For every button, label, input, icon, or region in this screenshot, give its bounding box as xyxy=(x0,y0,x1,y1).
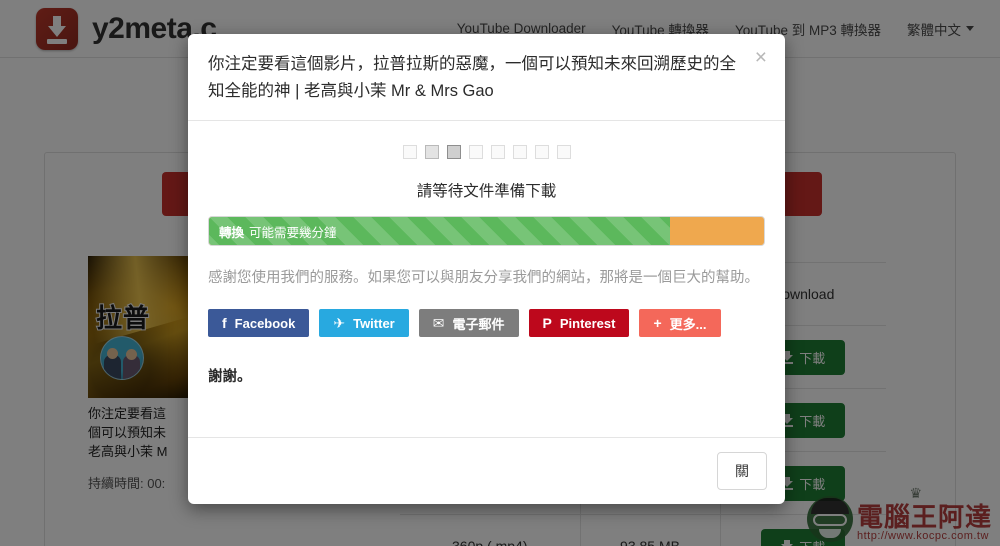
email-icon: ✉ xyxy=(432,314,445,331)
progress-strong-label: 轉換 xyxy=(219,225,245,240)
thanks-paragraph: 感謝您使用我們的服務。如果您可以與朋友分享我們的網站，那將是一個巨大的幫助。 xyxy=(208,270,759,286)
twitter-icon: ✈ xyxy=(333,314,346,331)
share-label: Twitter xyxy=(353,315,395,331)
share-label: 更多... xyxy=(669,316,707,332)
facebook-icon: f xyxy=(222,315,227,331)
share-label: 電子郵件 xyxy=(452,316,505,332)
modal-body: 請等待文件準備下載 轉換 可能需要幾分鐘 感謝您使用我們的服務。如果您可以與朋友… xyxy=(188,121,785,437)
pinterest-icon: P xyxy=(542,315,552,331)
plus-icon: + xyxy=(653,315,662,331)
loader-square xyxy=(490,145,505,159)
screenshot-root: y2meta.c YouTube Downloader YouTube 轉換器 … xyxy=(0,0,1000,546)
modal-title: 你注定要看這個影片，拉普拉斯的惡魔，一個可以預知未來回溯歷史的全知全能的神 | … xyxy=(208,55,736,100)
share-twitter-button[interactable]: ✈ Twitter xyxy=(319,309,409,337)
progress-bar: 轉換 可能需要幾分鐘 xyxy=(208,216,765,246)
loader-square xyxy=(424,145,439,159)
modal-footer: 關 xyxy=(188,437,785,504)
loader-square xyxy=(446,145,461,159)
loader-square xyxy=(468,145,483,159)
loader-square xyxy=(512,145,527,159)
loading-indicator xyxy=(208,145,765,159)
share-email-button[interactable]: ✉ 電子郵件 xyxy=(418,309,519,337)
loader-square xyxy=(556,145,571,159)
share-buttons: f Facebook ✈ Twitter ✉ 電子郵件 P Pinterest … xyxy=(208,309,765,337)
download-modal: 你注定要看這個影片，拉普拉斯的惡魔，一個可以預知未來回溯歷史的全知全能的神 | … xyxy=(188,34,785,504)
share-more-button[interactable]: + 更多... xyxy=(639,309,721,337)
wait-message: 請等待文件準備下載 xyxy=(416,183,557,200)
progress-bar-fill: 轉換 可能需要幾分鐘 xyxy=(209,217,670,245)
share-label: Pinterest xyxy=(559,315,616,331)
progress-label: 可能需要幾分鐘 xyxy=(249,225,337,240)
share-label: Facebook xyxy=(234,315,296,331)
modal-header: 你注定要看這個影片，拉普拉斯的惡魔，一個可以預知未來回溯歷史的全知全能的神 | … xyxy=(188,34,785,121)
share-facebook-button[interactable]: f Facebook xyxy=(208,309,310,337)
loader-square xyxy=(534,145,549,159)
share-pinterest-button[interactable]: P Pinterest xyxy=(528,309,630,337)
final-thanks-text: 謝謝。 xyxy=(208,369,252,385)
close-button[interactable]: 關 xyxy=(717,452,767,490)
close-icon[interactable]: × xyxy=(751,45,771,70)
loader-square xyxy=(402,145,417,159)
